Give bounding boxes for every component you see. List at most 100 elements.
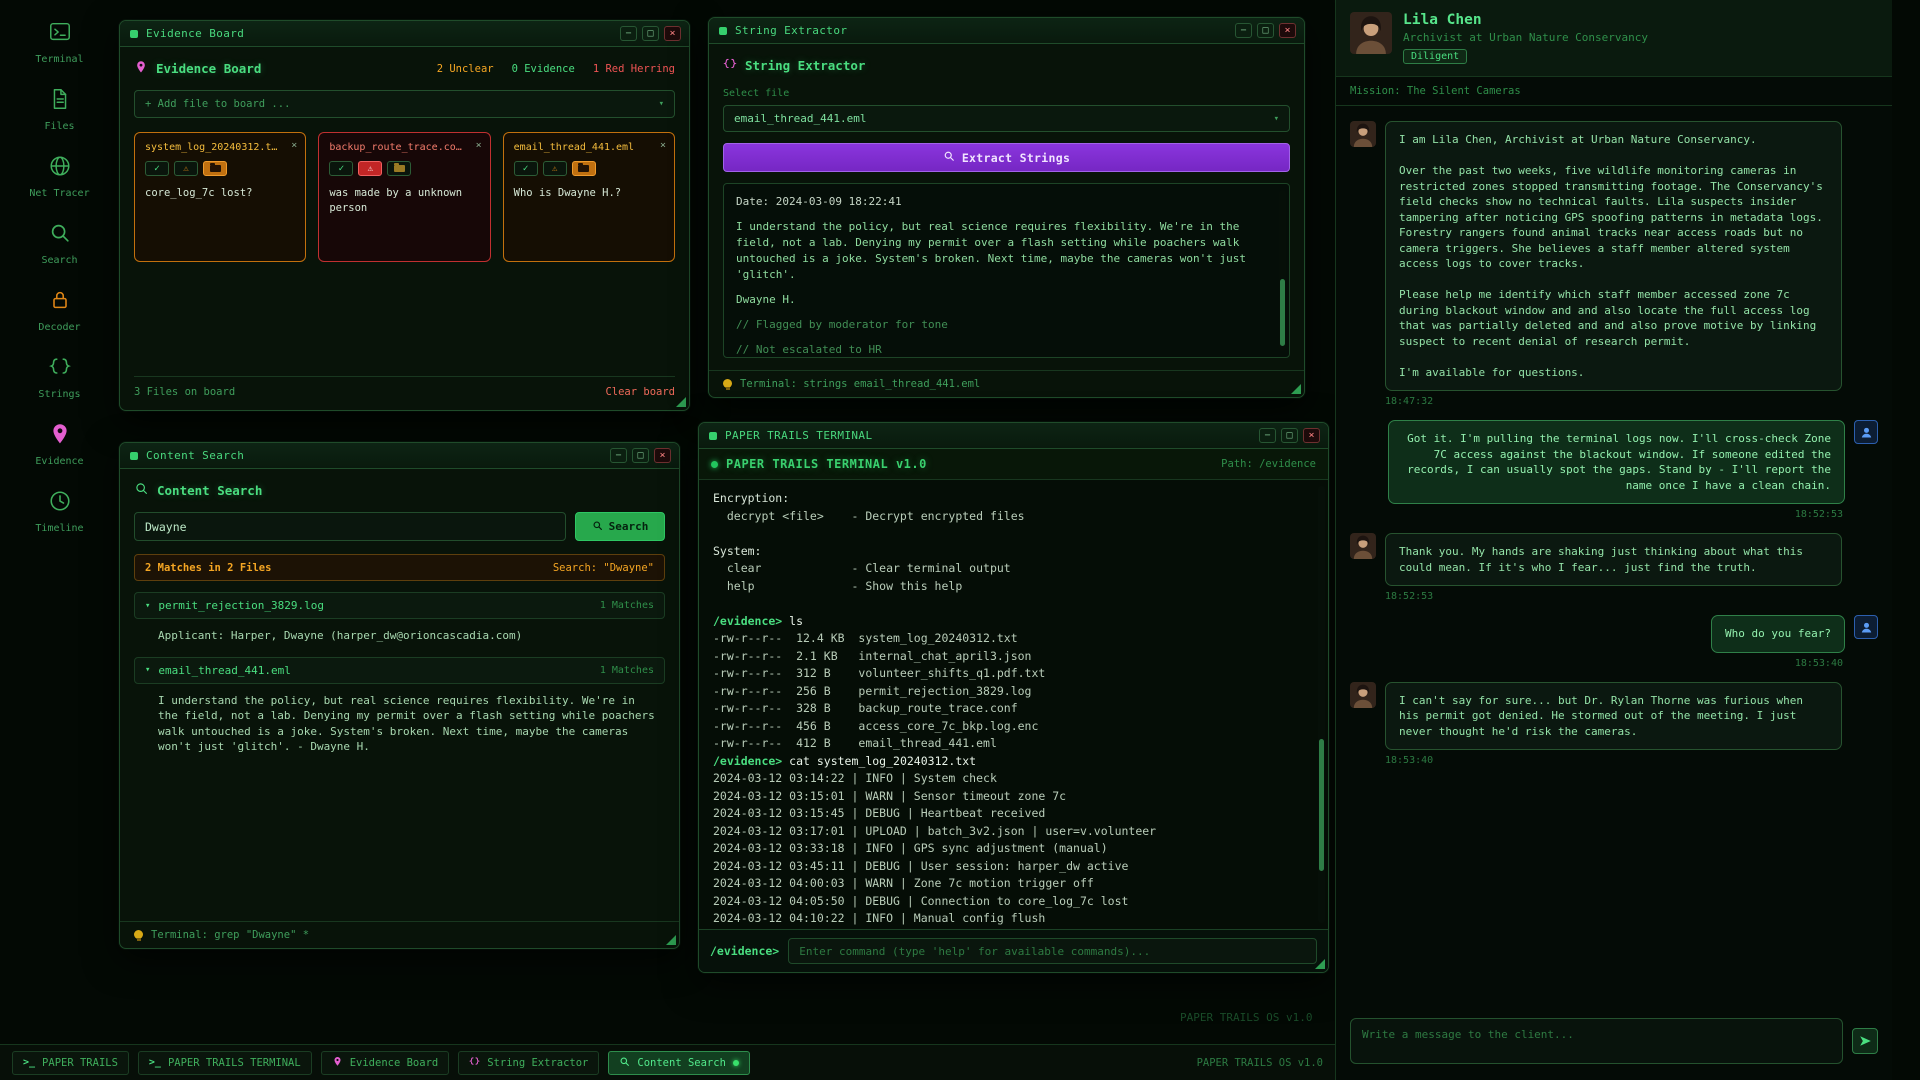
search-icon xyxy=(943,150,955,165)
client-panel: Lila Chen Archivist at Urban Nature Cons… xyxy=(1335,0,1892,1080)
page-title: Content Search xyxy=(157,483,262,498)
resize-handle[interactable] xyxy=(676,397,686,407)
mark-unclear-button[interactable] xyxy=(387,161,411,176)
result-group-header[interactable]: ▾ permit_rejection_3829.log 1 Matches xyxy=(134,592,665,619)
maximize-button[interactable]: □ xyxy=(1281,428,1298,443)
sidebar: Terminal Files Net Tracer Search Decoder… xyxy=(0,0,119,1044)
result-group-header[interactable]: ▾ email_thread_441.eml 1 Matches xyxy=(134,657,665,684)
taskbar-item-paper-trails[interactable]: >_ PAPER TRAILS xyxy=(12,1051,129,1075)
scrollbar-thumb[interactable] xyxy=(1280,279,1285,347)
terminal-prompt: /evidence> xyxy=(713,754,782,768)
taskbar-item-content-search[interactable]: Content Search xyxy=(608,1051,750,1075)
terminal-icon xyxy=(48,20,72,48)
file-select[interactable]: email_thread_441.eml ▾ xyxy=(723,105,1290,132)
mark-red-herring-button[interactable]: ⚠ xyxy=(174,161,198,176)
close-button[interactable]: × xyxy=(664,26,681,41)
minimize-button[interactable]: − xyxy=(610,448,627,463)
extract-strings-button[interactable]: Extract Strings xyxy=(723,143,1290,172)
mark-evidence-button[interactable]: ✓ xyxy=(329,161,353,176)
mark-evidence-button[interactable]: ✓ xyxy=(145,161,169,176)
client-avatar xyxy=(1350,533,1376,559)
scrollbar-thumb[interactable] xyxy=(1319,739,1324,870)
chat-bubble-text: Thank you. My hands are shaking just thi… xyxy=(1385,533,1842,586)
close-icon[interactable]: × xyxy=(476,140,482,151)
window-titlebar[interactable]: Evidence Board − □ × xyxy=(120,21,689,47)
chat-message: Thank you. My hands are shaking just thi… xyxy=(1350,533,1878,602)
clear-board-button[interactable]: Clear board xyxy=(605,386,675,398)
terminal-line-text: -rw-r--r-- 312 B volunteer_shifts_q1.pdf… xyxy=(713,666,1045,680)
terminal-line: 2024-03-12 03:33:18 | INFO | GPS sync ad… xyxy=(713,840,1314,858)
terminal-line-text: -rw-r--r-- 2.1 KB internal_chat_april3.j… xyxy=(713,649,1032,663)
results-list: ▾ permit_rejection_3829.log 1 Matches Ap… xyxy=(134,581,665,909)
sidebar-item-decoder[interactable]: Decoder xyxy=(0,288,119,334)
output-line xyxy=(736,210,1277,219)
result-group: ▾ permit_rejection_3829.log 1 Matches Ap… xyxy=(134,581,665,646)
minimize-button[interactable]: − xyxy=(620,26,637,41)
mark-evidence-button[interactable]: ✓ xyxy=(514,161,538,176)
sidebar-item-files[interactable]: Files xyxy=(0,87,119,133)
window-titlebar[interactable]: Content Search − □ × xyxy=(120,443,679,469)
window-icon xyxy=(130,30,138,38)
resize-handle[interactable] xyxy=(1315,959,1325,969)
scrollbar[interactable] xyxy=(1279,190,1286,351)
mark-unclear-button[interactable] xyxy=(203,161,227,176)
close-button[interactable]: × xyxy=(1303,428,1320,443)
terminal-command-input[interactable] xyxy=(788,938,1317,964)
match-count: 2 Matches in 2 Files xyxy=(145,562,271,574)
taskbar-item-terminal[interactable]: >_ PAPER TRAILS TERMINAL xyxy=(138,1051,312,1075)
results-summary: 2 Matches in 2 Files Search: "Dwayne" xyxy=(134,554,665,581)
maximize-button[interactable]: □ xyxy=(642,26,659,41)
window-titlebar[interactable]: String Extractor − □ × xyxy=(709,18,1304,44)
send-button[interactable] xyxy=(1852,1028,1878,1054)
search-icon xyxy=(592,520,603,534)
sidebar-item-timeline[interactable]: Timeline xyxy=(0,489,119,535)
chat-timestamp: 18:47:32 xyxy=(1385,396,1878,407)
evidence-card[interactable]: backup_route_trace.co… × ✓ ⚠ was made by… xyxy=(318,132,490,262)
sidebar-item-search[interactable]: Search xyxy=(0,221,119,267)
close-icon[interactable]: × xyxy=(660,140,666,151)
minimize-button[interactable]: − xyxy=(1235,23,1252,38)
pin-icon xyxy=(134,59,148,78)
evidence-card[interactable]: email_thread_441.eml × ✓ ⚠ Who is Dwayne… xyxy=(503,132,675,262)
terminal-line xyxy=(713,595,1314,613)
terminal-line-text: 2024-03-12 03:15:45 | DEBUG | Heartbeat … xyxy=(713,806,1045,820)
mark-red-herring-button[interactable]: ⚠ xyxy=(358,161,382,176)
window-titlebar[interactable]: PAPER TRAILS TERMINAL − □ × xyxy=(699,423,1328,449)
chat-input[interactable] xyxy=(1350,1018,1843,1064)
resize-handle[interactable] xyxy=(1291,384,1301,394)
scrollbar[interactable] xyxy=(1318,486,1325,923)
add-file-select[interactable]: + Add file to board ... ▾ xyxy=(134,90,675,118)
evidence-card[interactable]: system_log_20240312.t… × ✓ ⚠ core_log_7c… xyxy=(134,132,306,262)
close-icon[interactable]: × xyxy=(291,140,297,151)
terminal-line-text: help - Show this help xyxy=(713,579,962,593)
chat-timestamp: 18:52:53 xyxy=(1385,591,1878,602)
maximize-button[interactable]: □ xyxy=(632,448,649,463)
sidebar-item-strings[interactable]: Strings xyxy=(0,355,119,401)
chat-message: I am Lila Chen, Archivist at Urban Natur… xyxy=(1350,121,1878,407)
mark-red-herring-button[interactable]: ⚠ xyxy=(543,161,567,176)
search-input[interactable] xyxy=(134,512,566,541)
minimize-button[interactable]: − xyxy=(1259,428,1276,443)
os-watermark: PAPER TRAILS OS v1.0 xyxy=(1180,1011,1312,1024)
taskbar-item-evidence-board[interactable]: Evidence Board xyxy=(321,1051,450,1075)
close-button[interactable]: × xyxy=(654,448,671,463)
sidebar-item-evidence[interactable]: Evidence xyxy=(0,422,119,468)
maximize-button[interactable]: □ xyxy=(1257,23,1274,38)
result-group: ▾ email_thread_441.eml 1 Matches I under… xyxy=(134,646,665,757)
terminal-line: clear - Clear terminal output xyxy=(713,560,1314,578)
search-query-echo: Search: "Dwayne" xyxy=(553,562,654,574)
sidebar-item-terminal[interactable]: Terminal xyxy=(0,20,119,66)
search-button[interactable]: Search xyxy=(575,512,665,541)
terminal-line-text: decrypt <file> - Decrypt encrypted files xyxy=(713,509,1025,523)
terminal-line-text: -rw-r--r-- 12.4 KB system_log_20240312.t… xyxy=(713,631,1018,645)
terminal-line-text: clear - Clear terminal output xyxy=(713,561,1011,575)
mark-unclear-button[interactable] xyxy=(572,161,596,176)
resize-handle[interactable] xyxy=(666,935,676,945)
sidebar-item-net-tracer[interactable]: Net Tracer xyxy=(0,154,119,200)
close-button[interactable]: × xyxy=(1279,23,1296,38)
result-excerpt: I understand the policy, but real scienc… xyxy=(134,684,665,757)
select-file-label: Select file xyxy=(723,88,1290,99)
taskbar-item-string-extractor[interactable]: String Extractor xyxy=(458,1051,599,1075)
client-trait-badge: Diligent xyxy=(1403,49,1467,64)
pin-icon xyxy=(332,1056,343,1070)
